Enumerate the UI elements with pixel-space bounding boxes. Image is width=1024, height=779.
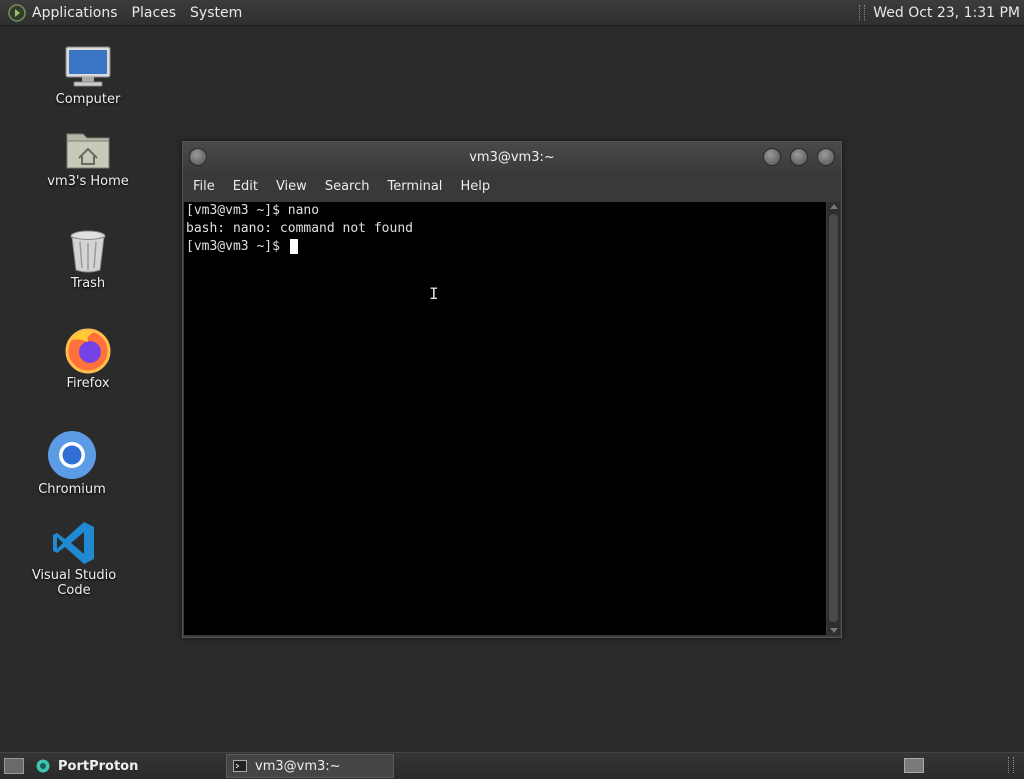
desktop-icon-label: vm3's Home bbox=[47, 174, 129, 189]
terminal-menubar: File Edit View Search Terminal Help bbox=[183, 172, 841, 200]
clock[interactable]: Wed Oct 23, 1:31 PM bbox=[873, 5, 1020, 21]
desktop-icon-home[interactable]: vm3's Home bbox=[33, 128, 143, 189]
terminal-prompt-line: [vm3@vm3 ~]$ bbox=[184, 238, 826, 256]
desktop-icon-chromium[interactable]: Chromium bbox=[17, 430, 127, 497]
terminal-scrollbar[interactable] bbox=[827, 202, 840, 635]
menu-applications[interactable]: Applications bbox=[32, 5, 118, 21]
computer-icon bbox=[65, 46, 111, 87]
scroll-thumb[interactable] bbox=[829, 214, 838, 622]
maximize-button[interactable] bbox=[790, 148, 808, 166]
scroll-down-icon[interactable] bbox=[830, 628, 838, 633]
taskbar-item-label: PortProton bbox=[58, 758, 139, 774]
menu-system[interactable]: System bbox=[190, 5, 242, 21]
applications-icon[interactable] bbox=[8, 3, 26, 22]
workspace-switcher[interactable] bbox=[904, 758, 924, 773]
taskbar-item-terminal[interactable]: vm3@vm3:~ bbox=[226, 754, 394, 778]
terminal-icon bbox=[233, 760, 247, 772]
bottom-panel: PortProton vm3@vm3:~ bbox=[0, 752, 1024, 779]
ibeam-cursor-icon: I bbox=[429, 284, 439, 303]
portproton-icon bbox=[36, 759, 50, 773]
chromium-icon bbox=[48, 431, 96, 479]
menu-help[interactable]: Help bbox=[460, 179, 490, 194]
desktop-icon-label: Trash bbox=[70, 276, 106, 291]
taskbar-item-portproton[interactable]: PortProton bbox=[30, 755, 196, 777]
text-cursor bbox=[289, 239, 298, 254]
menu-view[interactable]: View bbox=[276, 179, 307, 194]
window-titlebar[interactable]: vm3@vm3:~ bbox=[183, 142, 841, 172]
vscode-icon bbox=[53, 522, 94, 564]
desktop-icon-firefox[interactable]: Firefox bbox=[33, 326, 143, 391]
terminal-line: [vm3@vm3 ~]$ nano bbox=[186, 203, 320, 218]
window-menu-button[interactable] bbox=[189, 148, 207, 166]
show-desktop-button[interactable] bbox=[4, 758, 24, 774]
desktop-icon-label: Chromium bbox=[38, 482, 106, 497]
close-button[interactable] bbox=[817, 148, 835, 166]
desktop-icon-computer[interactable]: Computer bbox=[33, 46, 143, 107]
terminal-output[interactable]: [vm3@vm3 ~]$ nano bash: nano: command no… bbox=[184, 202, 826, 635]
panel-right: Wed Oct 23, 1:31 PM bbox=[859, 0, 1024, 25]
terminal-window[interactable]: vm3@vm3:~ File Edit View Search Terminal… bbox=[182, 141, 842, 638]
firefox-icon bbox=[65, 328, 111, 374]
window-title: vm3@vm3:~ bbox=[469, 149, 555, 165]
desktop-icon-label: Firefox bbox=[66, 376, 110, 391]
menu-edit[interactable]: Edit bbox=[233, 179, 258, 194]
taskbar-item-label: vm3@vm3:~ bbox=[255, 758, 341, 774]
panel-handle[interactable] bbox=[1008, 757, 1014, 773]
menu-places[interactable]: Places bbox=[132, 5, 177, 21]
trash-icon bbox=[70, 230, 106, 273]
desktop-icon-trash[interactable]: Trash bbox=[33, 228, 143, 291]
terminal-line: bash: nano: command not found bbox=[186, 221, 413, 236]
menu-file[interactable]: File bbox=[193, 179, 215, 194]
desktop-icon-vscode[interactable]: Visual Studio Code bbox=[19, 520, 129, 598]
menu-terminal[interactable]: Terminal bbox=[387, 179, 442, 194]
panel-handle[interactable] bbox=[859, 4, 866, 21]
terminal-prompt: [vm3@vm3 ~]$ bbox=[186, 239, 288, 254]
scroll-up-icon[interactable] bbox=[830, 204, 838, 209]
home-folder-icon bbox=[66, 133, 110, 169]
minimize-button[interactable] bbox=[763, 148, 781, 166]
menu-search[interactable]: Search bbox=[325, 179, 370, 194]
top-panel: Applications Places System Wed Oct 23, 1… bbox=[0, 0, 1024, 26]
desktop-icon-label: Computer bbox=[55, 92, 121, 107]
desktop-icon-label: Visual Studio Code bbox=[31, 568, 117, 598]
